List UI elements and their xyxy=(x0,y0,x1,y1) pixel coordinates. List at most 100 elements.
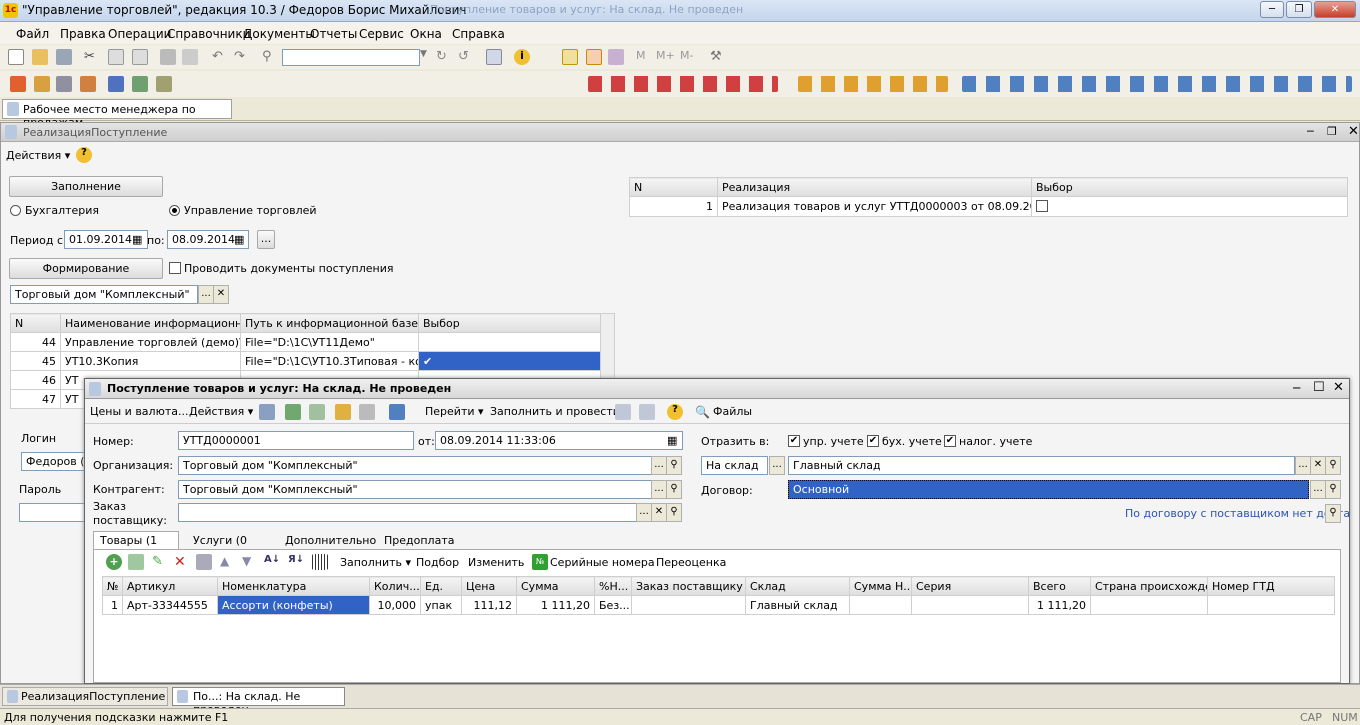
organization-input[interactable]: Торговый дом "Комплексный" xyxy=(178,456,652,475)
close-window-button[interactable]: ✕ xyxy=(1314,1,1356,18)
toolbar-doc-icon-1[interactable] xyxy=(10,76,26,92)
taskbar-item-realization[interactable]: РеализацияПоступление xyxy=(2,687,168,706)
toolbar-doc-icons-group-1[interactable] xyxy=(588,76,778,92)
cell-gtd-number[interactable] xyxy=(1207,595,1335,615)
col-supplier-order[interactable]: Заказ поставщику xyxy=(631,576,746,596)
toolbar-table-icon[interactable] xyxy=(132,76,148,92)
memory-m-icon[interactable]: M xyxy=(636,49,652,65)
move-down-icon[interactable]: ▼ xyxy=(242,554,258,570)
memory-plus-icon[interactable]: M+ xyxy=(656,49,678,65)
cell-total[interactable]: 1 111,20 xyxy=(1028,595,1091,615)
table-row[interactable]: 1 Арт-33344555 Ассорти (конфеты) 10,000 … xyxy=(102,595,1335,615)
warehouse-select-button[interactable]: ... xyxy=(1295,456,1311,475)
org-clear-button[interactable]: ✕ xyxy=(213,285,229,304)
radio-trade[interactable] xyxy=(169,205,180,216)
cell-vat-rate[interactable]: Без... xyxy=(594,595,632,615)
cell-series[interactable] xyxy=(911,595,1029,615)
realization-restore-icon[interactable]: ❐ xyxy=(1327,125,1337,138)
sort-asc-icon[interactable]: A↓ xyxy=(264,554,280,570)
menu-help[interactable]: Справка xyxy=(452,27,505,41)
copy-icon[interactable] xyxy=(108,49,124,65)
menu-documents[interactable]: Документы xyxy=(243,27,315,41)
col-country[interactable]: Страна происхожде... xyxy=(1090,576,1208,596)
reflect-tax-checkbox[interactable]: ✔ xyxy=(944,435,956,447)
sort-desc-icon[interactable]: Я↓ xyxy=(288,554,304,570)
cell-warehouse[interactable]: Главный склад xyxy=(745,595,850,615)
users-icon[interactable] xyxy=(608,49,624,65)
search-input[interactable] xyxy=(282,49,420,66)
panel-tab-sales-workplace[interactable]: Рабочее место менеджера по продажам xyxy=(2,99,232,129)
memory-minus-icon[interactable]: M- xyxy=(680,49,702,65)
col-n[interactable]: N xyxy=(629,177,718,197)
row-choice[interactable]: ✔ xyxy=(418,351,601,371)
row-choice[interactable] xyxy=(418,332,601,352)
info-icon[interactable]: i xyxy=(514,49,530,65)
period-to-calendar-icon[interactable]: ▦ xyxy=(234,233,244,246)
menu-operations[interactable]: Операции xyxy=(108,27,171,41)
menu-windows[interactable]: Окна xyxy=(410,27,442,41)
supplier-order-select-button[interactable]: ... xyxy=(636,503,652,522)
table-row[interactable]: 44 Управление торговлей (демо)У... File=… xyxy=(10,332,601,352)
based-on-icon[interactable] xyxy=(389,404,405,420)
find-next-icon[interactable]: ↻ xyxy=(436,49,452,65)
taskbar-item-receipt[interactable]: По...: На склад. Не проведен xyxy=(172,687,345,716)
document-close-icon[interactable]: ✕ xyxy=(1333,380,1344,395)
change-button[interactable]: Изменить xyxy=(468,556,524,569)
undo-icon[interactable]: ↶ xyxy=(212,49,228,65)
document-minimize-icon[interactable]: ─ xyxy=(1293,381,1300,395)
menu-edit[interactable]: Правка xyxy=(60,27,106,41)
col-vat-sum[interactable]: Сумма Н... xyxy=(849,576,912,596)
radio-accounting[interactable] xyxy=(10,205,21,216)
fill-and-post-button[interactable]: Заполнить и провести xyxy=(490,405,620,418)
col-quantity[interactable]: Колич... xyxy=(369,576,421,596)
col-gtd-number[interactable]: Номер ГТД xyxy=(1207,576,1335,596)
tab-additional[interactable]: Дополнительно xyxy=(279,533,376,549)
supplier-order-input[interactable] xyxy=(178,503,637,522)
col-article[interactable]: Артикул xyxy=(122,576,218,596)
print-icon[interactable] xyxy=(160,49,176,65)
cell-article[interactable]: Арт-33344555 xyxy=(122,595,218,615)
tools-icon[interactable]: ⚒ xyxy=(710,49,726,65)
col-n[interactable]: N xyxy=(10,313,61,333)
find-prev-icon[interactable]: ↺ xyxy=(458,49,474,65)
warehouse-type-input[interactable]: На склад xyxy=(701,456,768,475)
toolbar-doc-icons-group-2[interactable] xyxy=(798,76,948,92)
post-doc-icon[interactable] xyxy=(285,404,301,420)
warehouse-clear-button[interactable]: ✕ xyxy=(1310,456,1326,475)
search-dropdown-icon[interactable]: ▼ xyxy=(420,49,436,65)
help-icon[interactable]: ? xyxy=(76,147,92,163)
doc-help-icon[interactable]: ? xyxy=(667,404,683,420)
end-edit-icon[interactable] xyxy=(196,554,212,570)
col-price[interactable]: Цена xyxy=(461,576,517,596)
reflect-management-checkbox[interactable]: ✔ xyxy=(788,435,800,447)
minimize-button[interactable]: ─ xyxy=(1260,1,1284,18)
cut-icon[interactable]: ✂ xyxy=(84,49,100,65)
edit-row-icon[interactable]: ✎ xyxy=(152,554,168,570)
doc-actions-menu[interactable]: Действия ▾ xyxy=(189,405,253,418)
contract-input[interactable]: Основной xyxy=(788,480,1309,499)
open-folder-icon[interactable] xyxy=(32,49,48,65)
toolbar-doc-icon-2[interactable] xyxy=(34,76,50,92)
login-input[interactable]: Федоров (а xyxy=(21,452,87,471)
pick-button[interactable]: Подбор xyxy=(416,556,459,569)
new-document-icon[interactable] xyxy=(8,49,24,65)
tab-prepayment[interactable]: Предоплата xyxy=(378,533,454,549)
date-calendar-icon[interactable]: ▦ xyxy=(667,434,677,447)
save-doc-icon[interactable] xyxy=(259,404,275,420)
col-infobase-path[interactable]: Путь к информационной базе xyxy=(240,313,419,333)
counterparty-open-button[interactable]: ⚲ xyxy=(666,480,682,499)
row-choice-checkbox[interactable] xyxy=(1036,200,1048,212)
organization-select-button[interactable]: ... xyxy=(651,456,667,475)
menu-file[interactable]: Файл xyxy=(16,27,49,41)
warehouse-type-select-button[interactable]: ... xyxy=(769,456,785,475)
org-input[interactable]: Торговый дом "Комплексный" xyxy=(10,285,198,304)
cell-price[interactable]: 111,12 xyxy=(461,595,517,615)
copy-row-icon[interactable] xyxy=(128,554,144,570)
save-icon[interactable] xyxy=(56,49,72,65)
cell-country[interactable] xyxy=(1090,595,1208,615)
table-row[interactable]: 45 УТ10.3Копия File="D:\1C\УТ10.3Типовая… xyxy=(10,351,601,371)
warehouse-input[interactable]: Главный склад xyxy=(788,456,1295,475)
debt-open-button[interactable]: ⚲ xyxy=(1325,504,1341,523)
document-maximize-icon[interactable]: ☐ xyxy=(1313,380,1325,395)
toolbar-people-icon[interactable] xyxy=(108,76,124,92)
